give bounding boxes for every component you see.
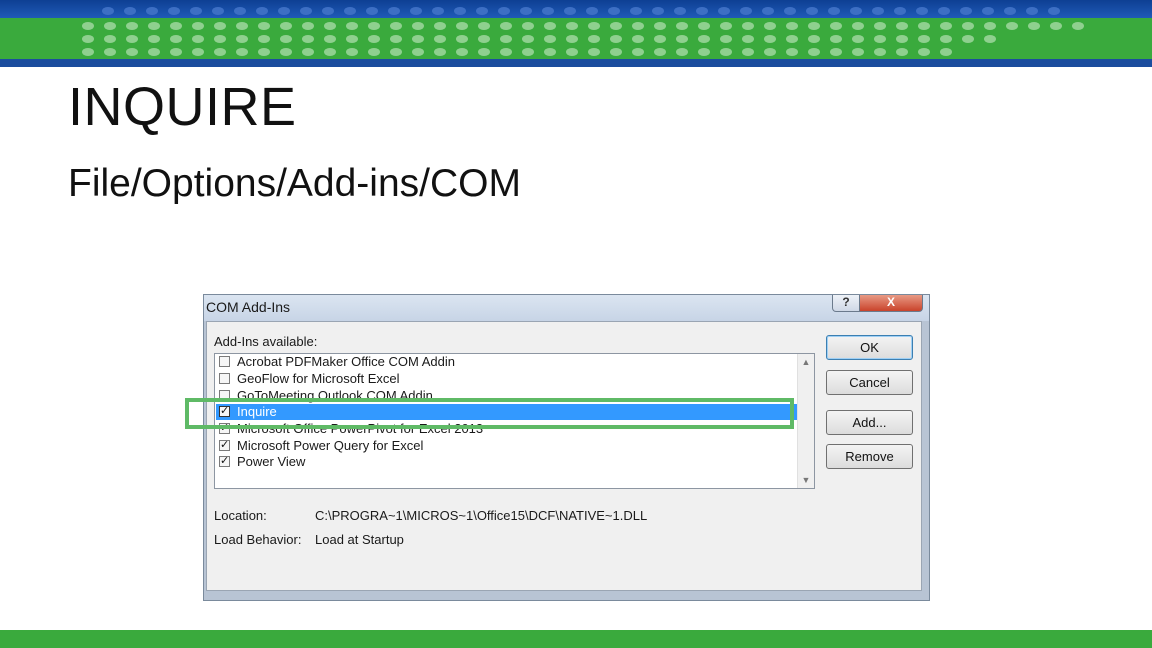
- checkbox[interactable]: [219, 373, 230, 384]
- help-button[interactable]: ?: [832, 295, 860, 312]
- scroll-down-arrow-icon[interactable]: ▼: [798, 472, 814, 488]
- dialog-title: COM Add-Ins: [206, 299, 291, 315]
- remove-button[interactable]: Remove: [826, 444, 913, 469]
- list-item-label: Acrobat PDFMaker Office COM Addin: [237, 354, 455, 369]
- header-stripe: [0, 59, 1152, 67]
- cancel-button[interactable]: Cancel: [826, 370, 913, 395]
- addins-available-label: Add-Ins available:: [214, 334, 318, 349]
- location-value: C:\PROGRA~1\MICROS~1\Office15\DCF\NATIVE…: [315, 508, 648, 523]
- scroll-up-arrow-icon[interactable]: ▲: [798, 354, 814, 370]
- dialog-client-area: Add-Ins available: Acrobat PDFMaker Offi…: [206, 321, 922, 591]
- list-item-label: Power View: [237, 454, 306, 469]
- checkbox[interactable]: ✓: [219, 440, 230, 451]
- load-behavior-label: Load Behavior:: [214, 532, 302, 547]
- add-button[interactable]: Add...: [826, 410, 913, 435]
- list-item[interactable]: GeoFlow for Microsoft Excel: [216, 371, 798, 387]
- close-button[interactable]: X: [859, 295, 923, 312]
- list-item-label: GeoFlow for Microsoft Excel: [237, 371, 400, 386]
- dialog-titlebar: COM Add-Ins ? X: [204, 295, 929, 321]
- checkbox[interactable]: ✓: [219, 456, 230, 467]
- load-behavior-value: Load at Startup: [315, 532, 404, 547]
- slide-subtitle: File/Options/Add-ins/COM: [68, 162, 521, 205]
- checkbox[interactable]: [219, 356, 230, 367]
- list-item[interactable]: ✓ Microsoft Power Query for Excel: [216, 438, 798, 454]
- listbox-scrollbar[interactable]: ▲ ▼: [797, 354, 814, 488]
- highlight-frame: [185, 398, 794, 429]
- com-addins-dialog: COM Add-Ins ? X Add-Ins available: Acrob…: [203, 294, 930, 601]
- location-label: Location:: [214, 508, 267, 523]
- ok-button[interactable]: OK: [826, 335, 913, 360]
- slide-title: INQUIRE: [68, 77, 297, 137]
- footer-band: [0, 630, 1152, 648]
- list-item-label: Microsoft Power Query for Excel: [237, 438, 424, 453]
- list-item[interactable]: ✓ Power View: [216, 454, 798, 470]
- list-item[interactable]: Acrobat PDFMaker Office COM Addin: [216, 354, 798, 370]
